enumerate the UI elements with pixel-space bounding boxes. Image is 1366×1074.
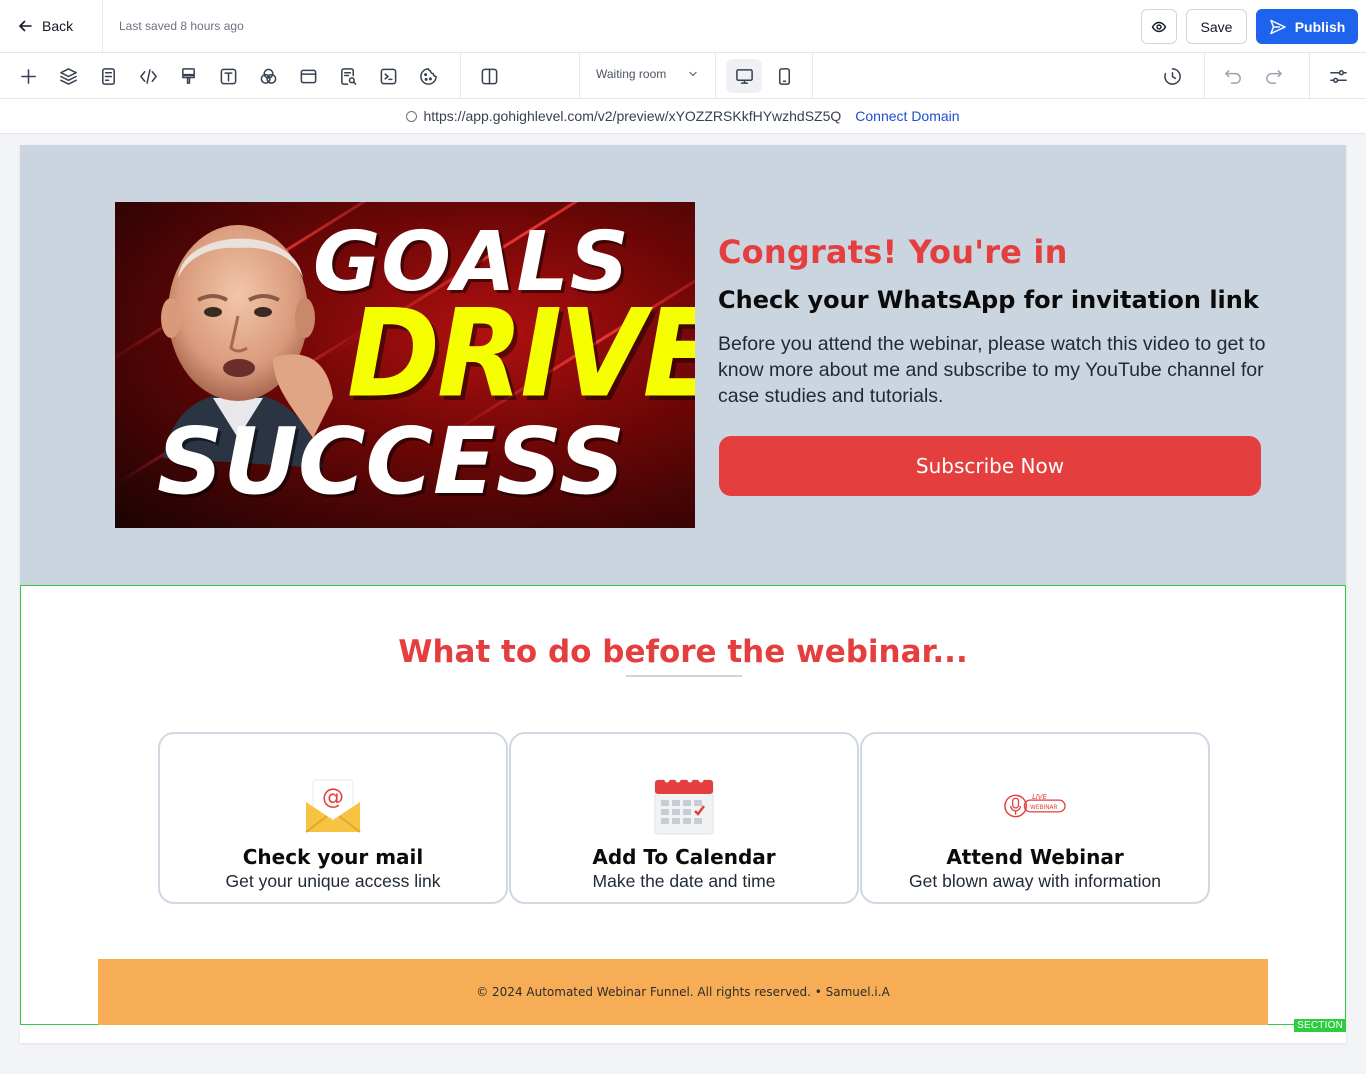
page-selector-value: Waiting room (596, 67, 667, 81)
send-icon (1269, 19, 1286, 34)
undo-icon (1224, 69, 1241, 84)
step-card-mail[interactable]: @ Check your mail Get your unique access… (158, 732, 508, 904)
preview-button[interactable] (1141, 9, 1177, 44)
version-history-button[interactable] (1160, 64, 1184, 88)
undo-button[interactable] (1221, 64, 1245, 88)
eye-icon (1151, 21, 1167, 32)
last-saved-status: Last saved 8 hours ago (119, 19, 244, 33)
toolbar-divider (1309, 53, 1310, 98)
colors-button[interactable] (256, 64, 280, 88)
code-icon (139, 68, 157, 84)
layers-icon (59, 67, 77, 85)
page-footer[interactable]: © 2024 Automated Webinar Funnel. All rig… (98, 959, 1268, 1025)
redo-icon (1265, 69, 1282, 84)
save-button[interactable]: Save (1186, 9, 1247, 44)
page-canvas: GOALS DRIVE SUCCESS Congrats! You're in … (20, 145, 1346, 1043)
page-selector-dropdown[interactable]: Waiting room (596, 67, 698, 81)
publish-label: Publish (1294, 18, 1346, 35)
tracking-code-button[interactable] (376, 64, 400, 88)
mobile-icon (778, 67, 790, 85)
desktop-icon (735, 68, 753, 84)
toolbar-divider (579, 53, 580, 98)
section-label-badge: SECTION (1294, 1019, 1346, 1032)
toolbar-divider (715, 53, 716, 98)
typography-button[interactable] (216, 64, 240, 88)
live-webinar-icon: LIVE WEBINAR (1003, 774, 1067, 838)
hero-subtitle[interactable]: Check your WhatsApp for invitation link (718, 286, 1259, 314)
thumbnail-word-drive: DRIVE (347, 284, 695, 425)
steps-section[interactable]: What to do before the webinar... @ Check… (20, 585, 1346, 1032)
back-label: Back (42, 18, 74, 34)
sliders-icon (1329, 69, 1347, 83)
step-card-desc: Get your unique access link (225, 871, 441, 891)
section-title[interactable]: What to do before the webinar... (21, 634, 1345, 670)
back-button[interactable]: Back (0, 0, 103, 53)
plus-icon (20, 68, 36, 84)
cookie-consent-button[interactable] (416, 64, 440, 88)
footer-copyright: © 2024 Automated Webinar Funnel. All rig… (476, 985, 890, 999)
top-bar: Back Last saved 8 hours ago Save Publish (0, 0, 1366, 53)
hero-title[interactable]: Congrats! You're in (718, 233, 1068, 271)
webinar-badge-text: WEBINAR (1030, 805, 1057, 811)
layout-button[interactable] (477, 64, 501, 88)
window-icon (300, 69, 316, 83)
calendar-icon (652, 774, 716, 838)
add-element-button[interactable] (16, 64, 40, 88)
video-thumbnail[interactable]: GOALS DRIVE SUCCESS (115, 202, 695, 528)
title-underline (626, 675, 742, 677)
step-card-desc: Make the date and time (592, 871, 776, 891)
desktop-view-button[interactable] (726, 59, 762, 93)
step-card-title: Check your mail (242, 845, 424, 869)
columns-icon (481, 68, 497, 84)
step-card-title: Attend Webinar (946, 845, 1124, 869)
redo-button[interactable] (1261, 64, 1285, 88)
popup-button[interactable] (296, 64, 320, 88)
seo-button[interactable] (336, 64, 360, 88)
svg-text:@: @ (322, 785, 344, 810)
step-card-webinar[interactable]: LIVE WEBINAR Attend Webinar Get blown aw… (860, 732, 1210, 904)
step-card-desc: Get blown away with information (909, 871, 1161, 891)
terminal-icon (380, 68, 396, 84)
color-circles-icon (260, 68, 276, 84)
editor-toolbar: Waiting room (0, 53, 1366, 99)
status-circle-icon (406, 110, 418, 122)
toolbar-divider (460, 53, 461, 98)
publish-button[interactable]: Publish (1256, 9, 1358, 44)
paint-roller-icon (181, 67, 195, 84)
text-icon (220, 68, 236, 84)
mobile-view-button[interactable] (766, 59, 802, 93)
thumbnail-word-success: SUCCESS (157, 408, 626, 515)
styles-button[interactable] (176, 64, 200, 88)
hero-section[interactable]: GOALS DRIVE SUCCESS Congrats! You're in … (20, 145, 1346, 585)
custom-code-button[interactable] (136, 64, 160, 88)
page-icon (101, 67, 115, 85)
settings-button[interactable] (1326, 64, 1350, 88)
step-card-calendar[interactable]: Add To Calendar Make the date and time (509, 732, 859, 904)
live-badge-text: LIVE (1032, 793, 1047, 801)
subscribe-now-button[interactable]: Subscribe Now (719, 436, 1261, 496)
hero-body-text[interactable]: Before you attend the webinar, please wa… (718, 331, 1266, 409)
arrow-left-icon (19, 20, 32, 32)
search-doc-icon (340, 67, 356, 85)
preview-url[interactable]: https://app.gohighlevel.com/v2/preview/x… (423, 108, 841, 124)
connect-domain-link[interactable]: Connect Domain (855, 108, 959, 124)
toolbar-divider (812, 53, 813, 98)
history-icon (1163, 67, 1181, 85)
step-card-title: Add To Calendar (592, 845, 776, 869)
preview-url-bar: https://app.gohighlevel.com/v2/preview/x… (0, 99, 1366, 134)
toolbar-divider (1204, 53, 1205, 98)
cookie-icon (419, 67, 437, 85)
pages-button[interactable] (96, 64, 120, 88)
chevron-down-icon (689, 71, 697, 77)
layers-button[interactable] (56, 64, 80, 88)
mail-icon: @ (301, 774, 365, 838)
